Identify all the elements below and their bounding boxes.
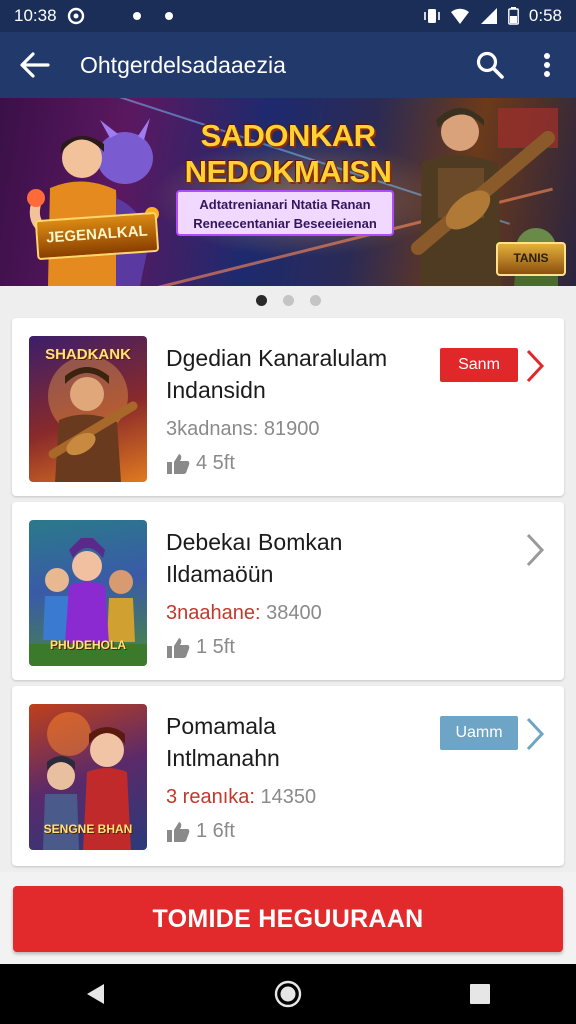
game-thumbnail-label: PHUDEHOLA (49, 638, 126, 652)
vibrate-icon (424, 9, 440, 23)
banner-heading: SADONKAR NEDOKMAISN (168, 118, 408, 190)
game-likes-value: 1 6ft (196, 820, 235, 842)
game-title: Debekaı Bomkan Ildamaöün (166, 526, 426, 590)
app-bar: Ohtgerdelsadaaezia (0, 32, 576, 98)
game-title-line1: Dgedian Kanaralulam (166, 345, 388, 371)
game-downloads-value: 14350 (260, 786, 317, 808)
search-icon (476, 51, 504, 79)
game-likes-value: 1 5ft (196, 636, 235, 658)
page-title: Ohtgerdelsadaaezia (80, 51, 286, 78)
status-battery-text: 0:58 (528, 6, 562, 25)
game-thumbnail: SENGNE BHAN (29, 704, 147, 850)
game-downloads: 3 reanıka: 14350 (166, 786, 316, 809)
game-list: SHADKANK Dgedian Kanaralulam Indansidn 3… (12, 318, 564, 872)
game-card[interactable]: SENGNE BHAN Pomamala Intlmanahn 3 reanık… (12, 686, 564, 866)
system-nav-bar (0, 964, 576, 1024)
primary-cta-button[interactable]: TOMIDE HEGUURAAN (13, 886, 563, 952)
game-title-line2: Intlmanahn (166, 745, 280, 771)
back-button[interactable] (0, 32, 70, 98)
carousel-indicator (0, 292, 576, 308)
status-right: 0:58 (424, 6, 562, 26)
game-title: Dgedian Kanaralulam Indansidn (166, 342, 426, 406)
carousel-dot[interactable] (309, 294, 321, 306)
recents-square-icon (470, 984, 490, 1004)
thumbs-up-icon (167, 821, 190, 842)
game-downloads-label: 3kadnans: (166, 418, 259, 440)
game-likes: 1 6ft (166, 820, 235, 843)
game-downloads: 3kadnans: 81900 (166, 418, 319, 441)
game-downloads-value: 38400 (266, 602, 322, 624)
game-thumbnail: PHUDEHOLA (29, 520, 147, 666)
banner-heading-line1: SADONKAR (200, 118, 376, 153)
game-card[interactable]: PHUDEHOLA Debekaı Bomkan Ildamaöün 3naah… (12, 502, 564, 680)
signal-icon (480, 8, 497, 24)
thumbs-up-icon (167, 453, 190, 474)
banner-subtitle-line2: Reneecentaniar Beseeieienan (193, 216, 377, 231)
back-triangle-icon (87, 984, 104, 1004)
status-time: 10:38 (14, 6, 57, 25)
chevron-right-icon[interactable] (524, 532, 546, 568)
thumbs-up-icon (167, 637, 190, 658)
wifi-icon (450, 8, 469, 24)
game-likes: 4 5ft (166, 452, 235, 475)
more-options-button[interactable] (518, 32, 576, 98)
banner-logo-right: TANIS (496, 242, 566, 276)
game-thumbnail-label: SENGNE BHAN (43, 822, 133, 836)
banner-subtitle-line1: Adtatrenianari Ntatia Ranan (199, 197, 371, 212)
game-badge[interactable]: Sanm (440, 348, 518, 382)
carousel-dot[interactable] (282, 294, 294, 306)
game-likes: 1 5ft (166, 636, 235, 659)
game-likes-value: 4 5ft (196, 452, 235, 474)
arrow-left-icon (20, 52, 50, 78)
promo-banner[interactable]: JEGENALKAL SADONKAR NEDOKMAISN Adtatreni… (0, 98, 576, 286)
game-downloads-value: 81900 (263, 418, 320, 440)
game-title: Pomamala Intlmanahn (166, 710, 426, 774)
game-downloads: 3naahane: 38400 (166, 602, 322, 625)
game-thumbnail-label: SHADKANK (45, 346, 131, 363)
game-downloads-label: 3 reanıka: (166, 786, 255, 808)
game-thumbnail: SHADKANK (29, 336, 147, 482)
game-title-line2: Indansidn (166, 377, 266, 403)
game-title-line2: Ildamaöün (166, 561, 274, 587)
home-circle-icon (274, 980, 302, 1008)
nav-back-button[interactable] (66, 969, 126, 1019)
banner-logo-left: JEGENALKAL (34, 211, 160, 261)
more-vert-icon (544, 53, 550, 77)
chevron-right-icon[interactable] (524, 348, 546, 384)
nav-recents-button[interactable] (450, 969, 510, 1019)
carousel-dot-active[interactable] (255, 294, 267, 306)
status-bar: 10:38 0:58 (0, 0, 576, 32)
battery-icon (508, 7, 519, 25)
chevron-right-icon[interactable] (524, 716, 546, 752)
search-button[interactable] (462, 32, 518, 98)
game-title-line1: Pomamala (166, 713, 276, 739)
nav-home-button[interactable] (258, 969, 318, 1019)
banner-heading-line2: NEDOKMAISN (184, 154, 392, 189)
notification-dot-icon (132, 12, 141, 20)
game-downloads-label: 3naahane: (166, 602, 261, 624)
banner-character-left (27, 118, 159, 286)
app-notification-icon (67, 7, 84, 25)
game-card[interactable]: SHADKANK Dgedian Kanaralulam Indansidn 3… (12, 318, 564, 496)
status-left: 10:38 (14, 6, 173, 26)
notification-dot-icon (164, 12, 173, 20)
banner-subtitle: Adtatrenianari Ntatia Ranan Reneecentani… (176, 190, 394, 236)
game-title-line1: Debekaı Bomkan (166, 529, 343, 555)
game-badge[interactable]: Uamm (440, 716, 518, 750)
